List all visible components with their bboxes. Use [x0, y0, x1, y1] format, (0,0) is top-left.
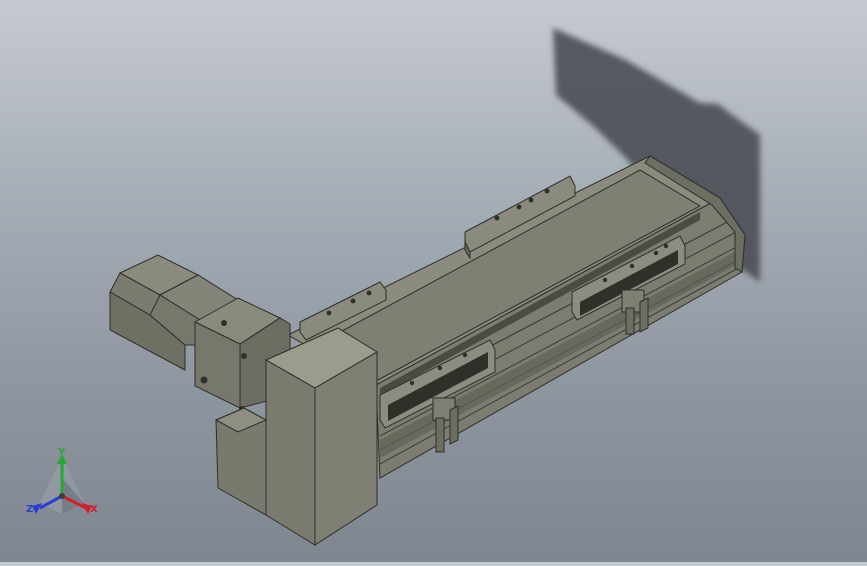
cad-model-view[interactable] — [0, 0, 867, 562]
cover-front-face — [265, 359, 316, 546]
graphics-viewport[interactable]: Y X Z — [0, 0, 867, 562]
lower-motor-block[interactable] — [214, 407, 268, 516]
y-axis-label: Y — [58, 447, 66, 458]
axis-triad-graphic — [32, 454, 92, 514]
x-axis-label: X — [90, 504, 98, 515]
motor-cover-box[interactable] — [264, 327, 378, 546]
z-axis-label: Z — [26, 504, 34, 515]
axis-triad[interactable]: Y X Z — [22, 448, 108, 530]
